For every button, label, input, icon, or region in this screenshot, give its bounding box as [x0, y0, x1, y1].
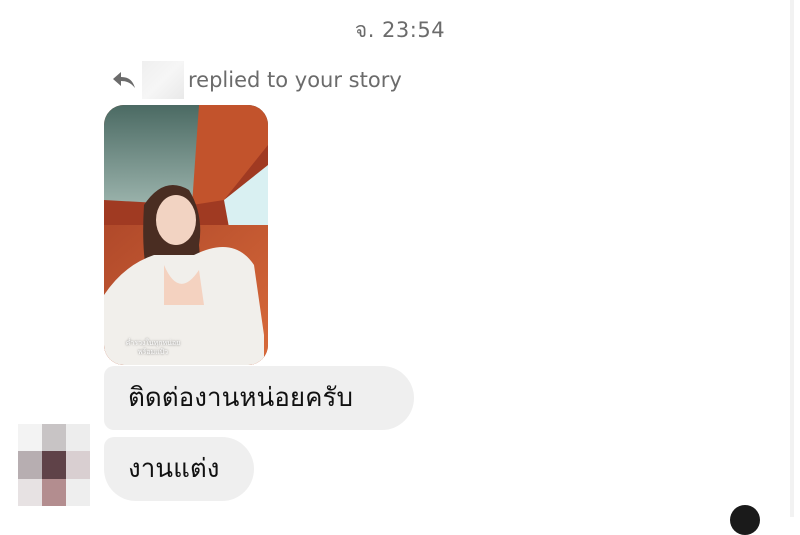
scrollbar-track[interactable] — [790, 0, 794, 517]
avatar[interactable] — [18, 424, 90, 506]
message-bubble[interactable]: งานแต่ง — [104, 437, 254, 501]
story-thumbnail[interactable]: ค่ำรวงในทุกหน่อย พร้อมแป้ว — [104, 105, 268, 365]
story-overlay-line1: ค่ำรวงในทุกหน่อย — [125, 339, 181, 347]
story-overlay-line2: พร้อมแป้ว — [137, 348, 169, 356]
reply-arrow-icon — [112, 69, 138, 91]
story-reply-header: replied to your story — [112, 60, 402, 100]
message-text: งานแต่ง — [128, 454, 220, 484]
message-text: ติดต่องานหน่อยครับ — [128, 383, 353, 413]
reply-label: replied to your story — [188, 68, 402, 92]
partial-icon[interactable] — [730, 505, 760, 535]
redacted-sender-name — [142, 61, 184, 99]
message-timestamp: จ. 23:54 — [354, 18, 446, 42]
message-bubble[interactable]: ติดต่องานหน่อยครับ — [104, 366, 414, 430]
story-overlay-text: ค่ำรวงในทุกหน่อย พร้อมแป้ว — [118, 339, 188, 357]
